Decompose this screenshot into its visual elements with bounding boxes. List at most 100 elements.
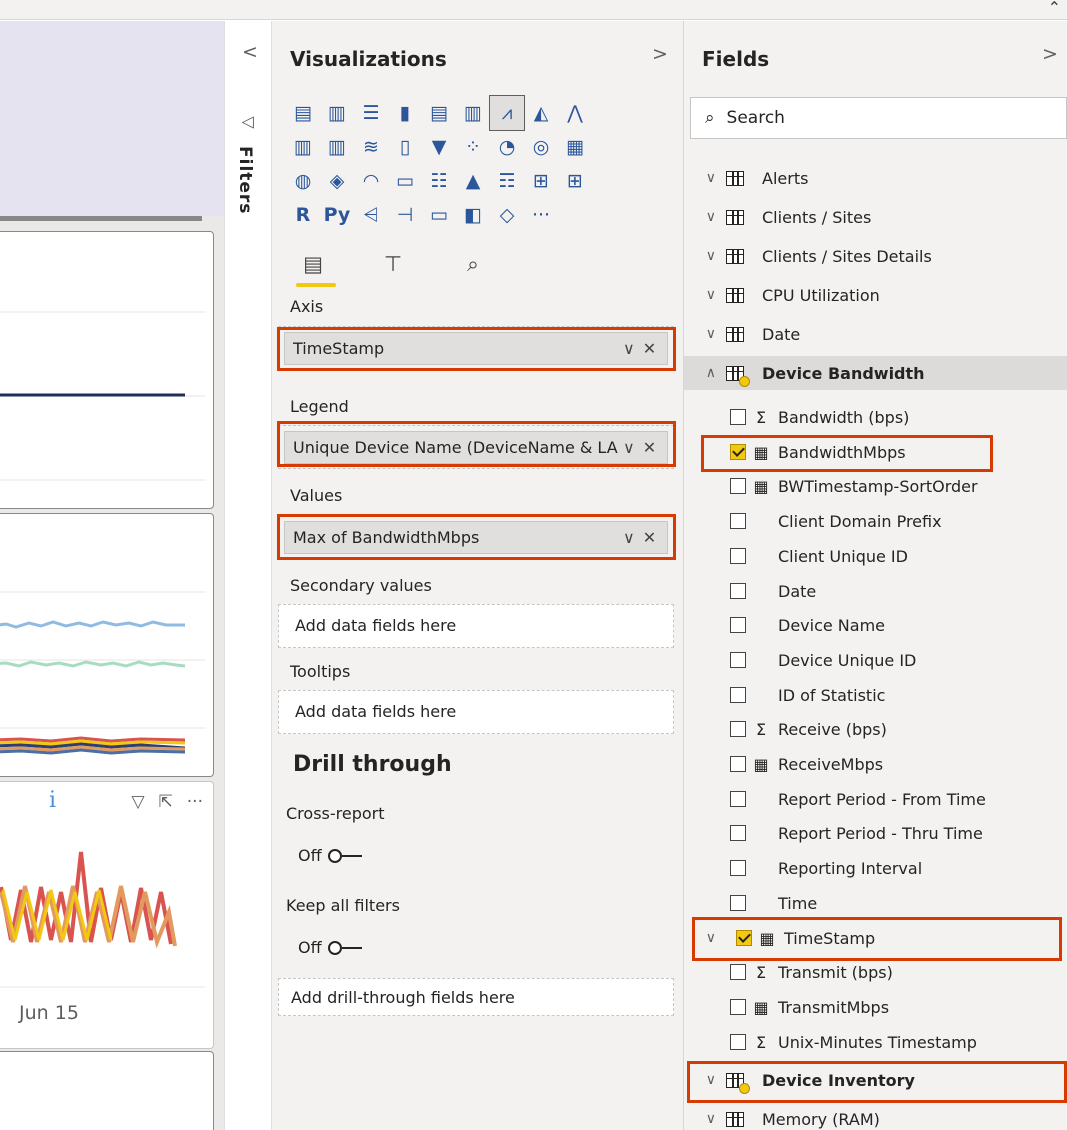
field-checkbox[interactable] bbox=[730, 825, 746, 841]
tooltips-well[interactable]: Add data fields here bbox=[278, 690, 674, 734]
field-checkbox[interactable] bbox=[730, 721, 746, 737]
key-influencers-icon[interactable]: ⩤ bbox=[354, 198, 388, 232]
axis-field-chip[interactable]: TimeStamp ∨ ✕ bbox=[284, 332, 668, 365]
field-item[interactable]: Client Unique ID bbox=[684, 539, 1067, 573]
field-checkbox[interactable] bbox=[730, 999, 746, 1015]
field-checkbox[interactable] bbox=[730, 513, 746, 529]
field-item[interactable]: Σ Unix-Minutes Timestamp bbox=[684, 1025, 1067, 1059]
field-item[interactable]: Client Domain Prefix bbox=[684, 504, 1067, 538]
stacked-area-chart-icon[interactable]: ⋀ bbox=[558, 96, 592, 130]
field-item[interactable]: Device Name bbox=[684, 608, 1067, 642]
chevron-down-icon[interactable]: ∨ bbox=[690, 1072, 716, 1088]
chevron-up-icon[interactable]: ∧ bbox=[690, 365, 716, 381]
chevron-down-icon[interactable]: ∨ bbox=[623, 438, 635, 457]
chevron-right-icon[interactable]: > bbox=[1042, 43, 1058, 65]
format-paintbrush-icon[interactable]: ⊤ bbox=[370, 243, 416, 285]
map-icon[interactable]: ◍ bbox=[286, 164, 320, 198]
filters-pane-collapsed[interactable]: < ▽ Filters bbox=[224, 21, 272, 1130]
qa-visual-icon[interactable]: ▭ bbox=[422, 198, 456, 232]
ribbon-chart-icon[interactable]: ≋ bbox=[354, 130, 388, 164]
line-chart-visual-1[interactable] bbox=[0, 231, 214, 509]
power-apps-icon[interactable]: ◇ bbox=[490, 198, 524, 232]
field-checkbox[interactable] bbox=[730, 478, 746, 494]
field-item[interactable]: ▦ BandwidthMbps bbox=[684, 435, 1067, 469]
chevron-down-icon[interactable]: ∨ bbox=[690, 287, 716, 303]
cross-report-toggle[interactable]: Off bbox=[298, 846, 364, 865]
field-checkbox[interactable] bbox=[730, 617, 746, 633]
field-checkbox[interactable] bbox=[736, 930, 752, 946]
100-percent-column-chart-icon[interactable]: ▥ bbox=[456, 96, 490, 130]
stacked-bar-chart-icon[interactable]: ▤ bbox=[286, 96, 320, 130]
table-icon[interactable]: ⊞ bbox=[524, 164, 558, 198]
table-row[interactable]: ∨ Clients / Sites Details bbox=[684, 239, 1067, 273]
waterfall-chart-icon[interactable]: ▯ bbox=[388, 130, 422, 164]
analytics-magnifier-icon[interactable]: ⌕ bbox=[450, 243, 496, 285]
remove-field-icon[interactable]: ✕ bbox=[643, 528, 656, 547]
field-item[interactable]: Date bbox=[684, 574, 1067, 608]
gauge-icon[interactable]: ◠ bbox=[354, 164, 388, 198]
values-well[interactable]: Max of BandwidthMbps ∨ ✕ bbox=[278, 515, 674, 559]
table-row[interactable]: ∨ Device Inventory bbox=[684, 1063, 1067, 1097]
multi-row-card-icon[interactable]: ☷ bbox=[422, 164, 456, 198]
field-item[interactable]: ∨ ▦ TimeStamp bbox=[684, 921, 1067, 955]
kpi-icon[interactable]: ▲ bbox=[456, 164, 490, 198]
line-chart-visual-2[interactable] bbox=[0, 513, 214, 777]
fields-tab-icon[interactable]: ▤ bbox=[290, 243, 336, 287]
field-item[interactable]: ▦ BWTimestamp-SortOrder bbox=[684, 469, 1067, 503]
remove-field-icon[interactable]: ✕ bbox=[643, 438, 656, 457]
field-checkbox[interactable] bbox=[730, 583, 746, 599]
field-checkbox[interactable] bbox=[730, 687, 746, 703]
visual-4[interactable] bbox=[0, 1051, 214, 1130]
chevron-down-icon[interactable]: ∨ bbox=[690, 248, 716, 264]
stacked-column-chart-icon[interactable]: ▥ bbox=[320, 96, 354, 130]
field-item[interactable]: Σ Receive (bps) bbox=[684, 712, 1067, 746]
field-checkbox[interactable] bbox=[730, 548, 746, 564]
field-checkbox[interactable] bbox=[730, 409, 746, 425]
line-chart-icon[interactable]: ⩘ bbox=[489, 95, 525, 131]
pie-chart-icon[interactable]: ◔ bbox=[490, 130, 524, 164]
collapse-ribbon-icon[interactable]: ⌃ bbox=[1048, 0, 1061, 17]
table-row[interactable]: ∨ Memory (RAM) bbox=[684, 1102, 1067, 1130]
python-visual-icon[interactable]: Py bbox=[320, 198, 354, 232]
field-checkbox[interactable] bbox=[730, 1034, 746, 1050]
table-row[interactable]: ∨ CPU Utilization bbox=[684, 278, 1067, 312]
table-row[interactable]: ∧ Device Bandwidth bbox=[684, 356, 1067, 390]
line-and-clustered-column-icon[interactable]: ▥ bbox=[320, 130, 354, 164]
axis-well[interactable]: TimeStamp ∨ ✕ bbox=[278, 326, 674, 370]
field-item[interactable]: Device Unique ID bbox=[684, 643, 1067, 677]
values-field-chip[interactable]: Max of BandwidthMbps ∨ ✕ bbox=[284, 521, 668, 554]
field-checkbox[interactable] bbox=[730, 756, 746, 772]
donut-chart-icon[interactable]: ◎ bbox=[524, 130, 558, 164]
decomposition-tree-icon[interactable]: ⊣ bbox=[388, 198, 422, 232]
field-item[interactable]: Σ Bandwidth (bps) bbox=[684, 400, 1067, 434]
area-chart-icon[interactable]: ◭ bbox=[524, 96, 558, 130]
legend-well[interactable]: Unique Device Name (DeviceName & LAN I ∨… bbox=[278, 425, 674, 469]
secondary-values-well[interactable]: Add data fields here bbox=[278, 604, 674, 648]
toggle-switch-icon[interactable] bbox=[327, 940, 364, 956]
field-checkbox[interactable] bbox=[730, 444, 746, 460]
field-item[interactable]: Σ Transmit (bps) bbox=[684, 955, 1067, 989]
table-row[interactable]: ∨ Date bbox=[684, 317, 1067, 351]
table-row[interactable]: ∨ Alerts bbox=[684, 161, 1067, 195]
chevron-down-icon[interactable]: ∨ bbox=[690, 326, 716, 342]
field-item[interactable]: Report Period - Thru Time bbox=[684, 816, 1067, 850]
funnel-chart-icon[interactable]: ▼ bbox=[422, 130, 456, 164]
chevron-left-icon[interactable]: < bbox=[242, 41, 258, 63]
scatter-chart-icon[interactable]: ⁘ bbox=[456, 130, 490, 164]
100-percent-bar-chart-icon[interactable]: ▤ bbox=[422, 96, 456, 130]
fields-search-box[interactable]: ⌕ Search bbox=[690, 97, 1067, 139]
matrix-icon[interactable]: ⊞ bbox=[558, 164, 592, 198]
chevron-down-icon[interactable]: ∨ bbox=[623, 339, 635, 358]
legend-field-chip[interactable]: Unique Device Name (DeviceName & LAN I ∨… bbox=[284, 431, 668, 464]
field-checkbox[interactable] bbox=[730, 652, 746, 668]
chevron-down-icon[interactable]: ∨ bbox=[690, 930, 716, 946]
more-visuals-icon[interactable]: ··· bbox=[524, 198, 558, 232]
chevron-down-icon[interactable]: ∨ bbox=[690, 1111, 716, 1127]
treemap-icon[interactable]: ▦ bbox=[558, 130, 592, 164]
line-and-stacked-column-icon[interactable]: ▥ bbox=[286, 130, 320, 164]
field-checkbox[interactable] bbox=[730, 860, 746, 876]
drill-through-well[interactable]: Add drill-through fields here bbox=[278, 978, 674, 1016]
filled-map-icon[interactable]: ◈ bbox=[320, 164, 354, 198]
field-checkbox[interactable] bbox=[730, 791, 746, 807]
chevron-down-icon[interactable]: ∨ bbox=[690, 170, 716, 186]
